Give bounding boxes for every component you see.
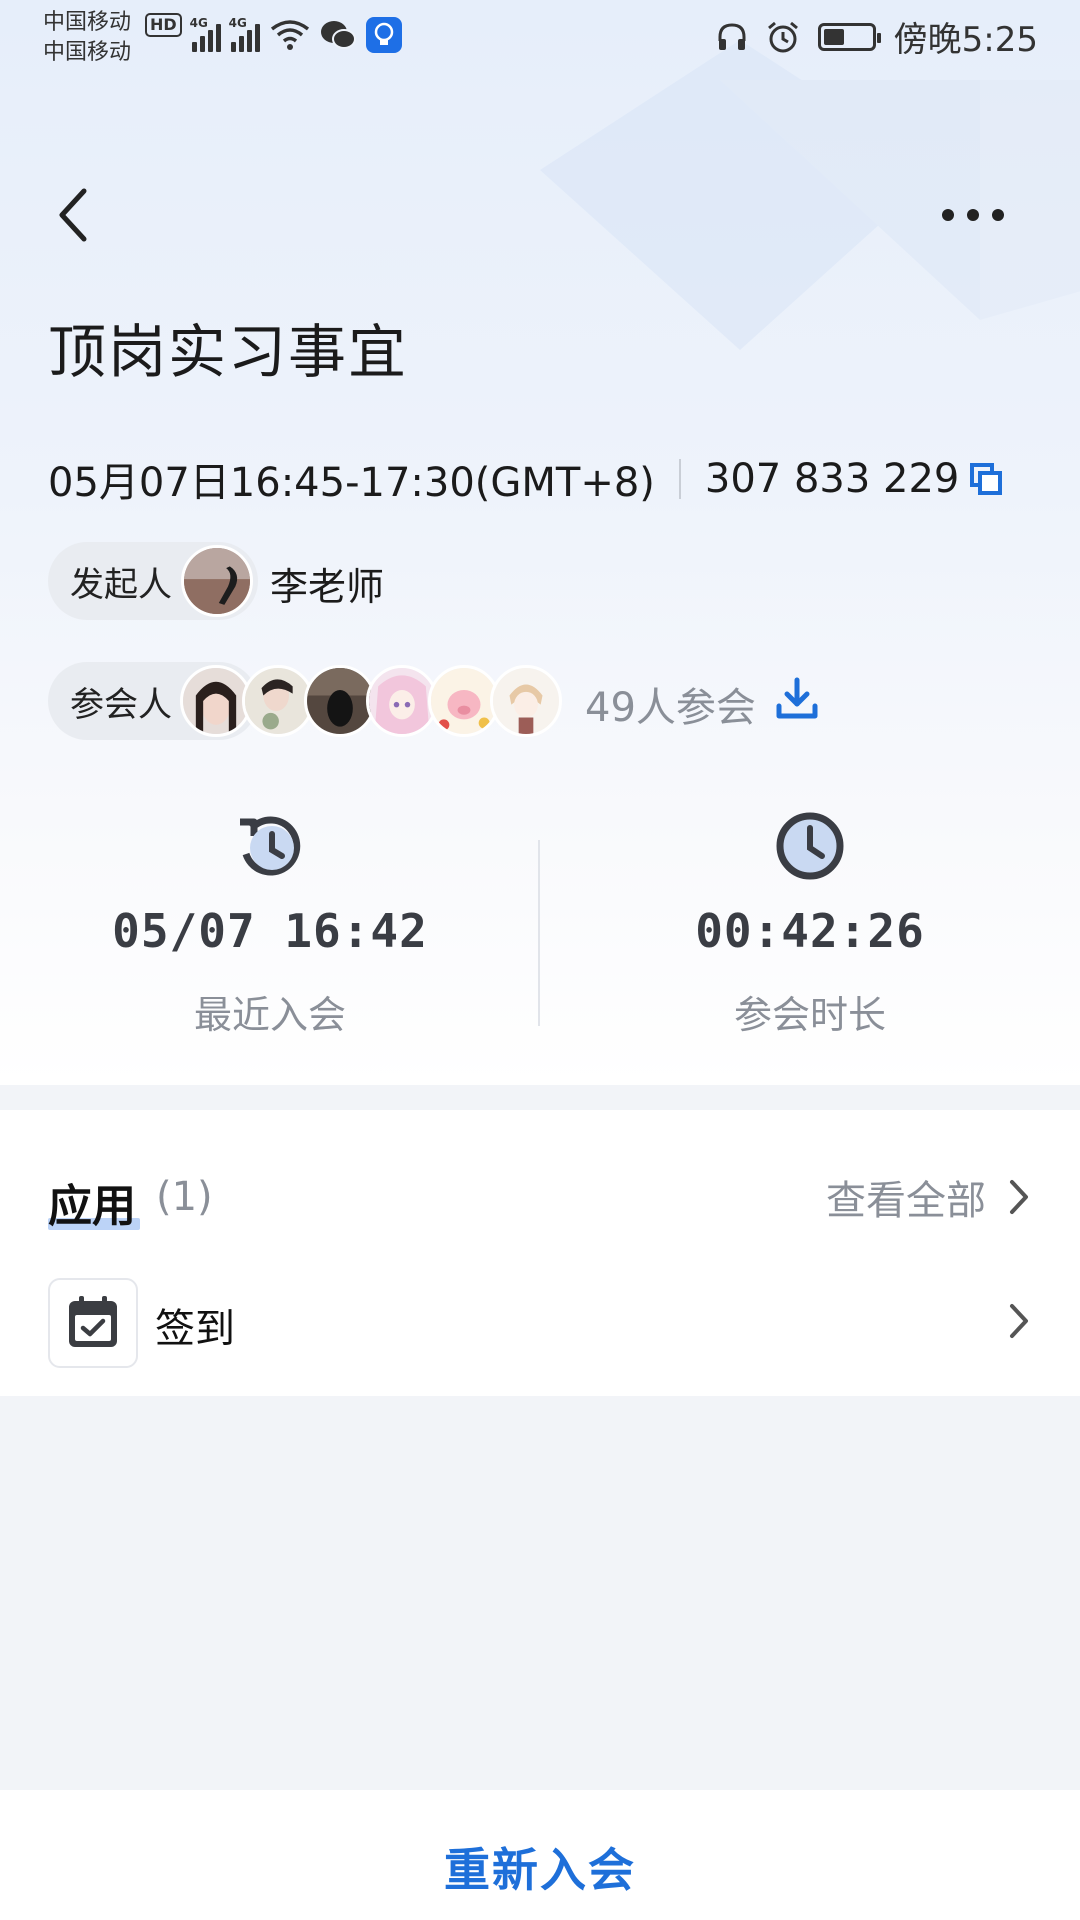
stats-divider — [538, 840, 540, 1026]
status-icons-left: HD 4G 4G — [145, 10, 402, 60]
attendees-label: 参会人 — [70, 684, 172, 725]
copy-icon[interactable] — [969, 462, 1003, 496]
status-bar: 中国移动 中国移动 HD 4G 4G 傍晚5:25 — [0, 0, 1080, 76]
headphones-icon — [718, 22, 746, 50]
host-name: 李老师 — [270, 565, 385, 609]
more-options-icon[interactable] — [942, 200, 1004, 230]
duration-label: 参会时长 — [733, 993, 886, 1037]
wechat-icon — [320, 21, 356, 49]
meeting-time-range: 05月07日16:45-17:30(GMT+8) — [48, 460, 655, 506]
attendee-count: 49人参会 — [585, 685, 756, 731]
divider — [678, 459, 681, 499]
carrier-info: 中国移动 中国移动 — [43, 8, 131, 68]
app-item-label: 签到 — [155, 1306, 235, 1352]
lightbulb-icon — [365, 17, 402, 53]
view-all-link[interactable]: 查看全部 — [826, 1168, 1030, 1226]
avatar — [490, 665, 562, 737]
alarm-icon — [767, 21, 798, 52]
chevron-right-icon — [1010, 1304, 1028, 1338]
clock-icon — [776, 812, 844, 880]
meeting-id: 307 833 229 — [704, 456, 960, 502]
back-icon[interactable] — [50, 185, 100, 245]
last-join-value: 05/07 16:42 — [112, 904, 428, 958]
carrier-2: 中国移动 — [43, 40, 132, 65]
hd-badge: HD — [145, 13, 182, 37]
duration-stat: 00:42:26 参会时长 — [600, 810, 1020, 1039]
apps-title: 应用 — [48, 1181, 136, 1232]
signal-icon: 4G — [190, 16, 221, 52]
wifi-icon — [270, 20, 309, 50]
signal-icon: 4G — [229, 16, 260, 52]
chevron-right-icon — [1010, 1180, 1028, 1214]
apps-section: 应用 (1) 查看全部 签到 — [0, 1110, 1080, 1396]
meeting-info: 05月07日16:45-17:30(GMT+8) 307 833 229 — [48, 450, 1003, 508]
view-all-label: 查看全部 — [826, 1178, 986, 1224]
attendee-avatars[interactable] — [180, 662, 562, 740]
download-icon[interactable] — [775, 676, 819, 722]
bottom-action-bar: 重新入会 — [0, 1790, 1080, 1920]
history-icon — [240, 816, 301, 876]
carrier-1: 中国移动 — [43, 10, 132, 35]
apps-count: (1) — [156, 1174, 213, 1220]
duration-value: 00:42:26 — [695, 904, 925, 958]
rejoin-button[interactable]: 重新入会 — [444, 1834, 636, 1900]
calendar-check-icon — [48, 1278, 138, 1368]
host-chip[interactable]: 发起人 — [48, 542, 258, 620]
last-join-label: 最近入会 — [193, 993, 346, 1037]
page-title: 顶岗实习事宜 — [48, 318, 409, 386]
avatar — [181, 545, 253, 617]
app-item-checkin[interactable]: 签到 — [0, 1278, 1080, 1378]
host-label: 发起人 — [70, 564, 172, 605]
battery-icon — [817, 22, 881, 51]
status-time: 傍晚5:25 — [893, 20, 1038, 60]
last-join-stat: 05/07 16:42 最近入会 — [60, 810, 480, 1039]
status-icons-right: 傍晚5:25 — [716, 12, 1038, 61]
